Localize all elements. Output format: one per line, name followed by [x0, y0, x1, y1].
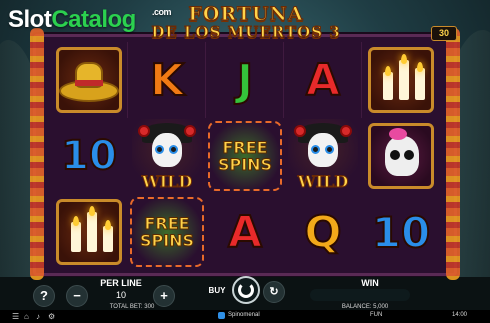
wild-skull-icon: WILD — [132, 119, 202, 193]
game-logo: FORTUNA DE LOS MUERTOS 3 — [148, 3, 344, 45]
sombrero-icon — [56, 47, 122, 113]
per-line-label: PER LINE — [100, 278, 142, 288]
candles-icon — [56, 199, 122, 265]
symbol-cell — [50, 194, 128, 270]
spin-button[interactable] — [232, 276, 260, 304]
symbol-10: 10 — [371, 207, 431, 258]
symbol-cell — [362, 42, 440, 118]
help-button[interactable]: ? — [33, 285, 55, 307]
marigold-garland-right — [446, 28, 460, 280]
symbol-cell: A — [284, 42, 362, 118]
symbol-cell: WILD — [128, 118, 206, 194]
marigold-garland-left — [30, 28, 44, 280]
reel-4: A WILD Q — [284, 42, 362, 259]
watermark-com: .com — [152, 7, 172, 17]
home-icon[interactable]: ⌂ — [24, 312, 29, 321]
play-mode: FUN — [370, 312, 383, 318]
buy-feature-button[interactable]: BUY — [204, 282, 230, 300]
slotcatalog-watermark: SlotCatalog .com — [8, 6, 172, 34]
free-spins-symbol: FREE SPINS — [130, 197, 204, 267]
per-line-value: 10 — [115, 290, 126, 300]
symbol-10: 10 — [60, 132, 118, 180]
menu-icon[interactable]: ☰ — [12, 312, 19, 321]
symbol-cell: FREE SPINS — [128, 194, 206, 270]
symbol-cell: 10 — [50, 118, 128, 194]
watermark-catalog: Catalog — [51, 6, 136, 33]
free-label: FREE — [222, 138, 268, 157]
settings-icon[interactable]: ⚙ — [48, 312, 55, 321]
candles-icon — [368, 47, 434, 113]
watermark-slot: Slot — [8, 6, 52, 33]
symbol-cell: WILD — [284, 118, 362, 194]
reel-1: 10 — [50, 42, 128, 265]
symbol-cell — [362, 118, 440, 194]
symbol-k: K — [149, 54, 185, 107]
symbol-a: A — [305, 54, 341, 107]
free-label: FREE — [144, 214, 190, 233]
spinomenal-logo-icon — [218, 312, 225, 319]
reel-grid: 10 K WILD FREE SPINS J FREE SPINS A A WI… — [50, 42, 440, 270]
autoplay-icon: ↻ — [269, 286, 279, 298]
symbol-cell — [50, 42, 128, 118]
symbol-cell: FREE SPINS — [206, 118, 284, 194]
autoplay-button[interactable]: ↻ — [263, 281, 285, 303]
symbol-cell: 10 — [362, 194, 440, 270]
reel-3: J FREE SPINS A — [206, 42, 284, 259]
win-label: WIN — [361, 278, 379, 288]
reel-5: 10 — [362, 42, 440, 258]
wild-skull-icon: WILD — [288, 119, 358, 193]
logo-line2: DE LOS MUERTOS 3 — [151, 23, 341, 42]
symbol-q: Q — [303, 206, 342, 259]
clock: 14:00 — [452, 312, 468, 318]
reel-2: K WILD FREE SPINS — [128, 42, 206, 267]
wild-label: WILD — [141, 172, 193, 192]
symbol-j: J — [236, 54, 254, 107]
skull-icon — [368, 123, 434, 189]
symbol-cell: Q — [284, 194, 362, 270]
symbol-cell: J — [206, 42, 284, 118]
sound-icon[interactable]: ♪ — [36, 312, 40, 321]
spins-label: SPINS — [217, 155, 273, 174]
provider-name: Spinomenal — [228, 312, 260, 318]
spins-label: SPINS — [139, 231, 195, 250]
symbol-cell: K — [128, 42, 206, 118]
symbol-a: A — [227, 206, 263, 259]
free-spins-symbol: FREE SPINS — [208, 121, 282, 191]
spin-icon — [238, 282, 254, 298]
logo-line1: FORTUNA — [188, 3, 304, 26]
symbol-cell: A — [206, 194, 284, 270]
lines-badge: 30 — [431, 26, 457, 41]
bet-decrease-button[interactable]: − — [66, 285, 88, 307]
wild-label: WILD — [297, 172, 349, 192]
win-display — [310, 289, 410, 301]
